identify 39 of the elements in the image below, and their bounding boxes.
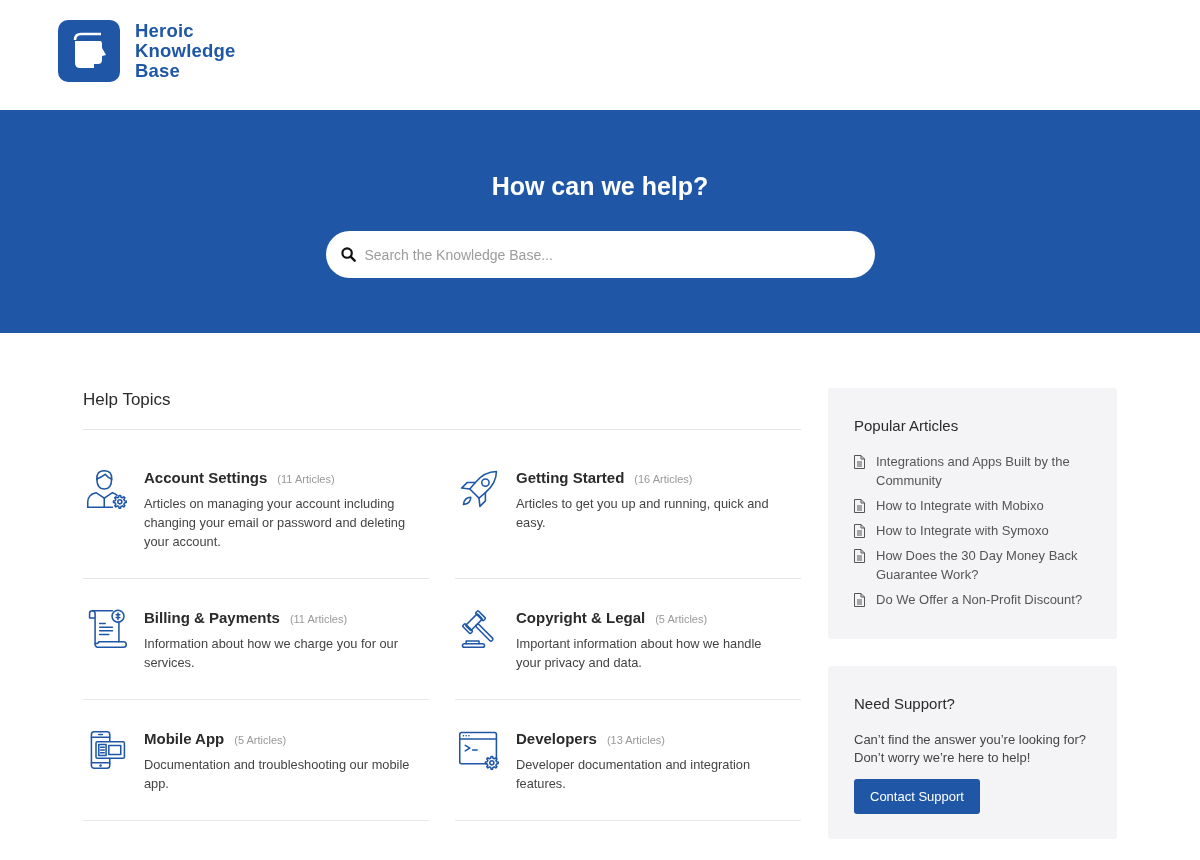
article-link[interactable]: How Does the 30 Day Money Back Guarantee Work?: [876, 546, 1103, 584]
support-text: Can’t find the answer you’re looking for? Don’t worry we’re here to help!: [854, 731, 1087, 767]
topic-description: Articles on managing your account including changing your email or password and deleting your account.: [144, 495, 407, 551]
article-count: (5 Articles): [234, 733, 287, 748]
topic-link[interactable]: Copyright & Legal: [516, 607, 646, 629]
document-icon: [854, 549, 865, 563]
document-icon: [854, 524, 865, 538]
topic-description: Important information about how we handle your privacy and data.: [516, 635, 763, 672]
article-link[interactable]: How to Integrate with Symoxo: [876, 521, 1049, 540]
logo-icon: [58, 20, 120, 82]
topic-link[interactable]: Getting Started: [516, 467, 625, 489]
topic-link[interactable]: Account Settings: [144, 467, 268, 489]
search-field[interactable]: Search the Knowledge Base...: [325, 231, 875, 278]
panel-title: Need Support?: [854, 694, 956, 714]
section-title: Help Topics: [83, 388, 801, 430]
document-icon: [854, 593, 865, 607]
topic-link[interactable]: Mobile App: [144, 728, 225, 750]
document-icon: [854, 455, 865, 469]
article-count: (11 Articles): [289, 612, 348, 627]
article-count: (13 Articles): [606, 733, 665, 748]
logo-text: Heroic Knowledge Base: [135, 21, 236, 81]
contact-support-button[interactable]: Contact Support: [854, 779, 980, 814]
article-link[interactable]: Integrations and Apps Built by the Community: [876, 452, 1103, 490]
topic-description: Information about how we charge you for our services.: [144, 635, 399, 672]
article-count: (16 Articles): [634, 472, 693, 487]
article-count: (11 Articles): [277, 472, 335, 487]
article-link[interactable]: Do We Offer a Non-Profit Discount?: [876, 590, 1083, 609]
topic-description: Developer documentation and integration features.: [516, 756, 752, 793]
article-count: (5 Articles): [655, 612, 708, 627]
document-icon: [854, 499, 865, 513]
user-gear-icon: [85, 467, 129, 511]
search-icon: [340, 247, 356, 262]
topic-link[interactable]: Developers: [516, 728, 597, 750]
topic-link[interactable]: Billing & Payments: [144, 607, 280, 629]
topic-description: Documentation and troubleshooting our mobile app.: [144, 756, 411, 793]
topic-description: Articles to get you up and running, quick and easy.: [516, 495, 770, 532]
article-link[interactable]: How to Integrate with Mobixo: [876, 496, 1044, 515]
panel-title: Popular Articles: [854, 416, 960, 436]
hero-title: How can we help?: [491, 171, 709, 202]
